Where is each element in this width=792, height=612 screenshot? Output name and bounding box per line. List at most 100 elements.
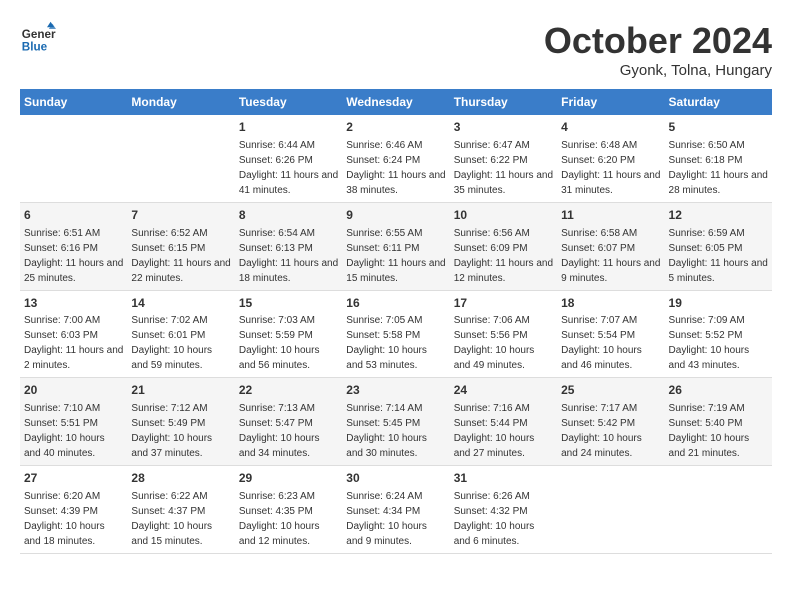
day-info: Sunrise: 6:22 AM Sunset: 4:37 PM Dayligh… <box>131 491 212 547</box>
calendar-cell: 18 Sunrise: 7:07 AM Sunset: 5:54 PM Dayli… <box>557 290 664 378</box>
logo: General Blue <box>20 20 56 56</box>
svg-text:Blue: Blue <box>22 41 48 54</box>
calendar-body: 1 Sunrise: 6:44 AM Sunset: 6:26 PM Daylig… <box>20 115 772 553</box>
day-number: 24 <box>454 382 553 399</box>
day-number: 27 <box>24 470 123 487</box>
day-number: 15 <box>239 295 338 312</box>
day-number: 19 <box>669 295 768 312</box>
calendar-cell: 25Sunrise: 7:17 AM Sunset: 5:42 PM Dayli… <box>557 378 664 466</box>
day-info: Sunrise: 7:16 AM Sunset: 5:44 PM Dayligh… <box>454 403 535 459</box>
calendar-cell: 7 Sunrise: 6:52 AM Sunset: 6:15 PM Daylig… <box>127 202 234 290</box>
day-number: 13 <box>24 295 123 312</box>
location: Gyonk, Tolna, Hungary <box>544 62 772 79</box>
calendar-cell: 1 Sunrise: 6:44 AM Sunset: 6:26 PM Daylig… <box>235 115 342 202</box>
page-header: General Blue October 2024 Gyonk, Tolna, … <box>20 20 772 79</box>
day-number: 1 <box>239 119 338 136</box>
day-number: 30 <box>346 470 445 487</box>
day-info: Sunrise: 7:10 AM Sunset: 5:51 PM Dayligh… <box>24 403 105 459</box>
day-info: Sunrise: 6:52 AM Sunset: 6:15 PM Dayligh… <box>131 228 230 284</box>
calendar-cell: 26Sunrise: 7:19 AM Sunset: 5:40 PM Dayli… <box>665 378 772 466</box>
month-title: October 2024 <box>544 20 772 62</box>
calendar-cell: 12 Sunrise: 6:59 AM Sunset: 6:05 PM Dayli… <box>665 202 772 290</box>
calendar-cell: 15 Sunrise: 7:03 AM Sunset: 5:59 PM Dayli… <box>235 290 342 378</box>
day-info: Sunrise: 6:50 AM Sunset: 6:18 PM Dayligh… <box>669 140 768 196</box>
week-row-3: 13 Sunrise: 7:00 AM Sunset: 6:03 PM Dayli… <box>20 290 772 378</box>
title-block: October 2024 Gyonk, Tolna, Hungary <box>544 20 772 79</box>
day-number: 23 <box>346 382 445 399</box>
day-info: Sunrise: 6:24 AM Sunset: 4:34 PM Dayligh… <box>346 491 427 547</box>
week-row-5: 27 Sunrise: 6:20 AM Sunset: 4:39 PM Dayli… <box>20 466 772 554</box>
day-info: Sunrise: 7:06 AM Sunset: 5:56 PM Dayligh… <box>454 315 535 371</box>
svg-text:General: General <box>22 28 56 41</box>
day-number: 4 <box>561 119 660 136</box>
calendar-cell: 5 Sunrise: 6:50 AM Sunset: 6:18 PM Daylig… <box>665 115 772 202</box>
calendar-cell: 4 Sunrise: 6:48 AM Sunset: 6:20 PM Daylig… <box>557 115 664 202</box>
day-info: Sunrise: 6:23 AM Sunset: 4:35 PM Dayligh… <box>239 491 320 547</box>
calendar-cell: 10 Sunrise: 6:56 AM Sunset: 6:09 PM Dayli… <box>450 202 557 290</box>
day-info: Sunrise: 7:02 AM Sunset: 6:01 PM Dayligh… <box>131 315 212 371</box>
day-number: 22 <box>239 382 338 399</box>
day-number: 11 <box>561 207 660 224</box>
calendar-cell: 24 Sunrise: 7:16 AM Sunset: 5:44 PM Dayli… <box>450 378 557 466</box>
day-info: Sunrise: 7:19 AM Sunset: 5:40 PM Dayligh… <box>669 403 750 459</box>
calendar-cell <box>665 466 772 554</box>
day-info: Sunrise: 7:05 AM Sunset: 5:58 PM Dayligh… <box>346 315 427 371</box>
calendar-cell: 3 Sunrise: 6:47 AM Sunset: 6:22 PM Daylig… <box>450 115 557 202</box>
day-info: Sunrise: 6:51 AM Sunset: 6:16 PM Dayligh… <box>24 228 123 284</box>
day-info: Sunrise: 7:13 AM Sunset: 5:47 PM Dayligh… <box>239 403 320 459</box>
calendar-cell: 20Sunrise: 7:10 AM Sunset: 5:51 PM Dayli… <box>20 378 127 466</box>
calendar-cell: 9Sunrise: 6:55 AM Sunset: 6:11 PM Daylig… <box>342 202 449 290</box>
day-number: 5 <box>669 119 768 136</box>
header-cell-friday: Friday <box>557 89 664 115</box>
header-cell-wednesday: Wednesday <box>342 89 449 115</box>
day-number: 18 <box>561 295 660 312</box>
day-info: Sunrise: 6:44 AM Sunset: 6:26 PM Dayligh… <box>239 140 338 196</box>
day-info: Sunrise: 7:07 AM Sunset: 5:54 PM Dayligh… <box>561 315 642 371</box>
calendar-cell: 28Sunrise: 6:22 AM Sunset: 4:37 PM Dayli… <box>127 466 234 554</box>
day-number: 14 <box>131 295 230 312</box>
day-info: Sunrise: 6:59 AM Sunset: 6:05 PM Dayligh… <box>669 228 768 284</box>
calendar-cell <box>557 466 664 554</box>
day-info: Sunrise: 6:26 AM Sunset: 4:32 PM Dayligh… <box>454 491 535 547</box>
header-cell-saturday: Saturday <box>665 89 772 115</box>
calendar-cell: 19 Sunrise: 7:09 AM Sunset: 5:52 PM Dayli… <box>665 290 772 378</box>
calendar-cell: 23 Sunrise: 7:14 AM Sunset: 5:45 PM Dayli… <box>342 378 449 466</box>
day-info: Sunrise: 6:54 AM Sunset: 6:13 PM Dayligh… <box>239 228 338 284</box>
calendar-cell: 6 Sunrise: 6:51 AM Sunset: 6:16 PM Daylig… <box>20 202 127 290</box>
logo-icon: General Blue <box>20 20 56 56</box>
week-row-4: 20Sunrise: 7:10 AM Sunset: 5:51 PM Dayli… <box>20 378 772 466</box>
day-info: Sunrise: 7:12 AM Sunset: 5:49 PM Dayligh… <box>131 403 212 459</box>
day-info: Sunrise: 7:00 AM Sunset: 6:03 PM Dayligh… <box>24 315 123 371</box>
day-info: Sunrise: 6:47 AM Sunset: 6:22 PM Dayligh… <box>454 140 553 196</box>
day-number: 12 <box>669 207 768 224</box>
header-cell-thursday: Thursday <box>450 89 557 115</box>
day-number: 7 <box>131 207 230 224</box>
calendar-cell: 8Sunrise: 6:54 AM Sunset: 6:13 PM Daylig… <box>235 202 342 290</box>
calendar-cell: 21 Sunrise: 7:12 AM Sunset: 5:49 PM Dayli… <box>127 378 234 466</box>
day-number: 16 <box>346 295 445 312</box>
day-number: 31 <box>454 470 553 487</box>
calendar-cell: 17Sunrise: 7:06 AM Sunset: 5:56 PM Dayli… <box>450 290 557 378</box>
calendar-cell <box>127 115 234 202</box>
week-row-1: 1 Sunrise: 6:44 AM Sunset: 6:26 PM Daylig… <box>20 115 772 202</box>
day-info: Sunrise: 7:09 AM Sunset: 5:52 PM Dayligh… <box>669 315 750 371</box>
calendar-table: SundayMondayTuesdayWednesdayThursdayFrid… <box>20 89 772 554</box>
day-number: 21 <box>131 382 230 399</box>
day-info: Sunrise: 7:17 AM Sunset: 5:42 PM Dayligh… <box>561 403 642 459</box>
header-cell-sunday: Sunday <box>20 89 127 115</box>
day-number: 6 <box>24 207 123 224</box>
day-info: Sunrise: 6:20 AM Sunset: 4:39 PM Dayligh… <box>24 491 105 547</box>
day-info: Sunrise: 6:48 AM Sunset: 6:20 PM Dayligh… <box>561 140 660 196</box>
calendar-cell: 22 Sunrise: 7:13 AM Sunset: 5:47 PM Dayli… <box>235 378 342 466</box>
day-number: 3 <box>454 119 553 136</box>
day-info: Sunrise: 6:46 AM Sunset: 6:24 PM Dayligh… <box>346 140 445 196</box>
day-number: 10 <box>454 207 553 224</box>
calendar-cell: 16 Sunrise: 7:05 AM Sunset: 5:58 PM Dayli… <box>342 290 449 378</box>
day-info: Sunrise: 6:56 AM Sunset: 6:09 PM Dayligh… <box>454 228 553 284</box>
day-info: Sunrise: 7:14 AM Sunset: 5:45 PM Dayligh… <box>346 403 427 459</box>
day-number: 9 <box>346 207 445 224</box>
calendar-cell: 27 Sunrise: 6:20 AM Sunset: 4:39 PM Dayli… <box>20 466 127 554</box>
day-info: Sunrise: 7:03 AM Sunset: 5:59 PM Dayligh… <box>239 315 320 371</box>
calendar-cell: 14 Sunrise: 7:02 AM Sunset: 6:01 PM Dayli… <box>127 290 234 378</box>
header-cell-tuesday: Tuesday <box>235 89 342 115</box>
